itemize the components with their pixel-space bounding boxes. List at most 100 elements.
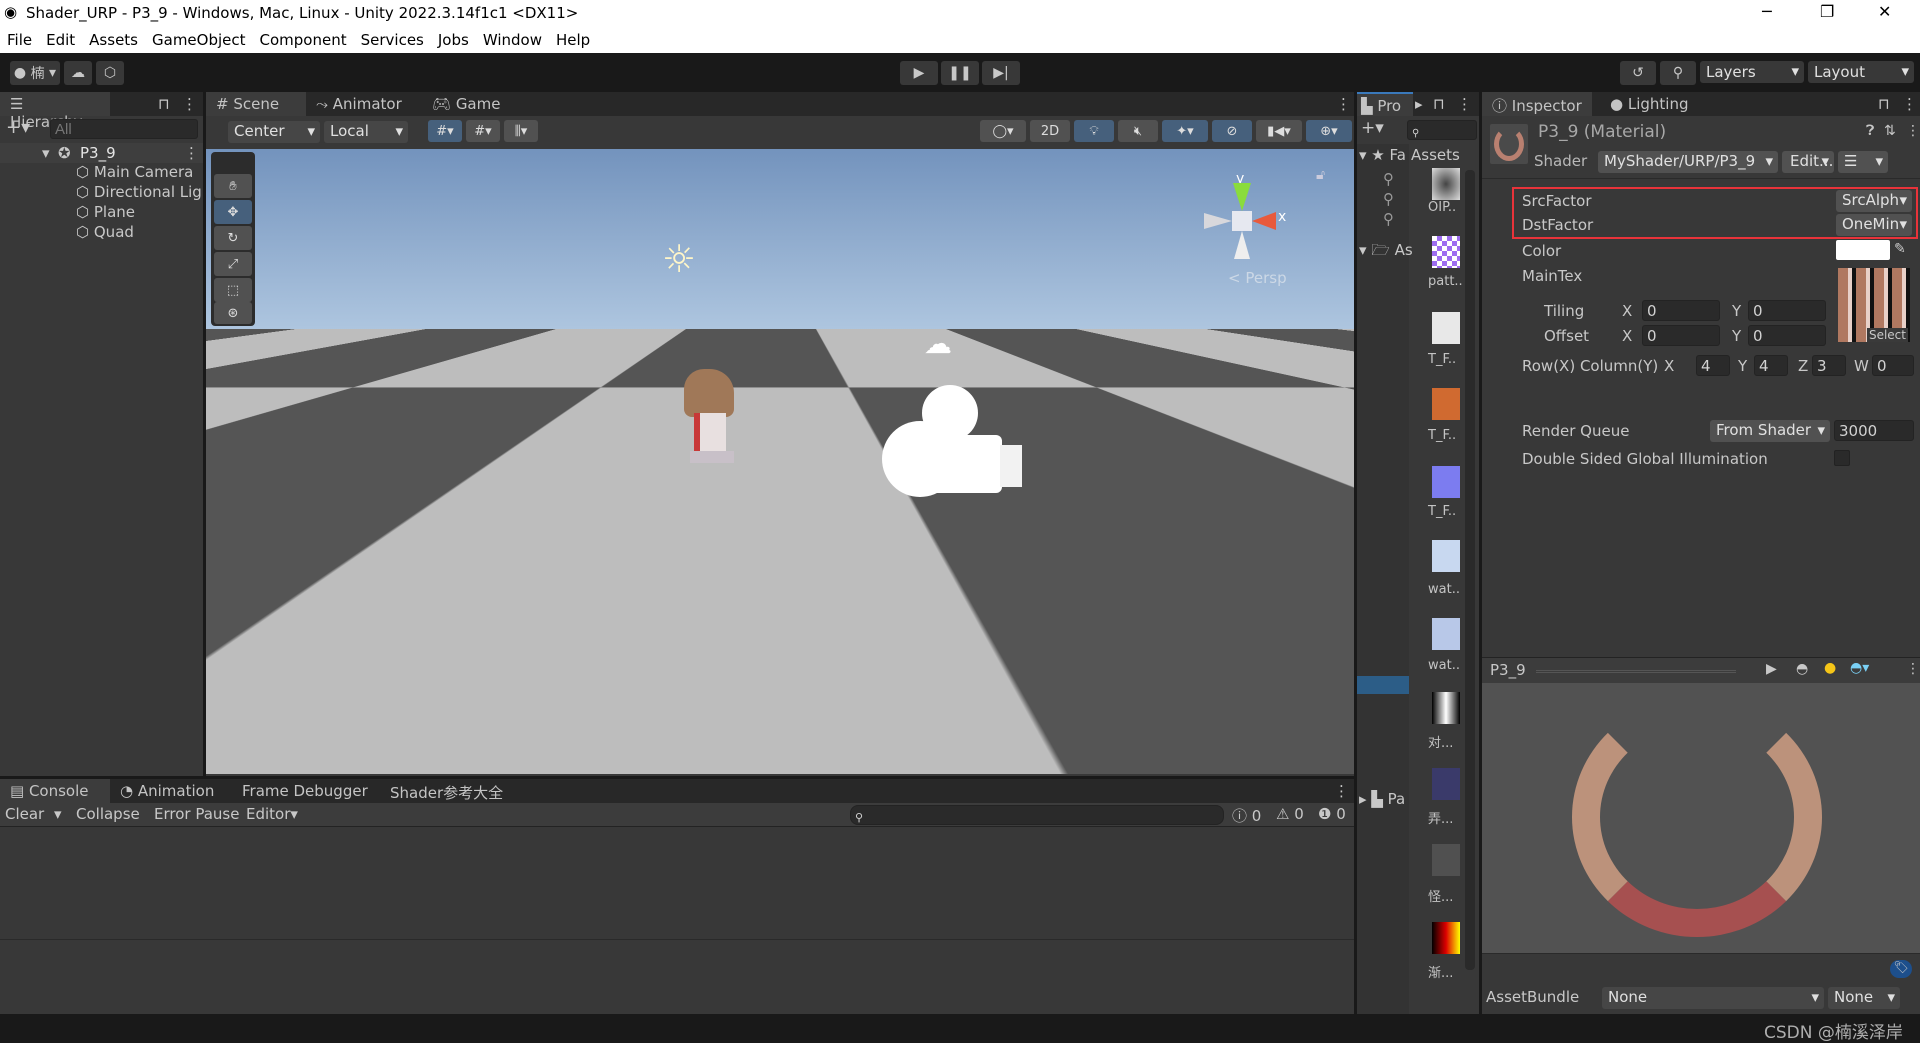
- play-button[interactable]: ▶: [900, 61, 938, 85]
- edit-shader-button[interactable]: Edit...: [1782, 151, 1834, 173]
- tree-assets[interactable]: ▾ 🗁︎ As: [1359, 240, 1413, 265]
- lighting-toggle[interactable]: 💡︎: [1074, 120, 1114, 142]
- account-dropdown[interactable]: ● 楠 ▾: [10, 61, 60, 85]
- scene-viewport[interactable]: ☼ ☁ y x < Persp 🔓︎ ✋︎ ✥ ↻ ⤢ ⬚ ⊛: [206, 149, 1354, 774]
- rc-w-field[interactable]: 0: [1872, 355, 1914, 376]
- minimize-button[interactable]: ─: [1762, 2, 1772, 21]
- project-scrollbar[interactable]: [1465, 170, 1475, 970]
- lock-icon[interactable]: ⊓: [158, 95, 170, 113]
- pivot-dropdown[interactable]: Center: [228, 121, 320, 143]
- more-menu-icon[interactable]: ⋮: [1336, 95, 1351, 113]
- preview-drag-handle[interactable]: [1536, 670, 1736, 673]
- gizmo-neg-y-cone[interactable]: [1234, 231, 1250, 259]
- asset-thumbnail[interactable]: [1432, 844, 1460, 876]
- render-queue-field[interactable]: 3000: [1834, 420, 1914, 441]
- assetbundle-variant-dropdown[interactable]: None: [1828, 987, 1900, 1009]
- ruler-snap-button[interactable]: ⫼▾: [504, 120, 538, 142]
- add-button[interactable]: +▾: [1361, 118, 1384, 138]
- gizmo-neg-x-cone[interactable]: [1204, 213, 1232, 229]
- error-count-toggle[interactable]: ⓘ 0: [1232, 805, 1261, 826]
- plastic-scm-button[interactable]: ⬡: [96, 61, 124, 85]
- asset-thumbnail[interactable]: [1432, 922, 1460, 954]
- cloud-button[interactable]: ☁: [64, 61, 92, 85]
- expand-arrow-icon[interactable]: ▾: [42, 144, 50, 162]
- tiling-x-field[interactable]: 0: [1642, 300, 1720, 321]
- tree-search[interactable]: ⚲: [1383, 170, 1394, 188]
- space-dropdown[interactable]: Local: [324, 121, 408, 143]
- light-toggle-icon[interactable]: ●: [1824, 660, 1836, 676]
- rc-z-field[interactable]: 3: [1812, 355, 1846, 376]
- menu-assets[interactable]: Assets: [82, 27, 145, 53]
- rc-x-field[interactable]: 4: [1696, 355, 1730, 376]
- preview-shape-dropdown[interactable]: ◓▾: [1850, 660, 1869, 676]
- render-queue-dropdown[interactable]: From Shader: [1710, 420, 1830, 442]
- tab-animator[interactable]: ⤳ Animator: [306, 92, 412, 116]
- layers-dropdown[interactable]: Layers: [1700, 61, 1804, 83]
- tab-lighting[interactable]: ● Lighting: [1600, 92, 1699, 116]
- assetbundle-dropdown[interactable]: None: [1602, 987, 1824, 1009]
- more-menu-icon[interactable]: ⋮: [182, 95, 197, 113]
- more-menu-icon[interactable]: ⋮: [1902, 95, 1917, 113]
- shader-dropdown[interactable]: MyShader/URP/P3_9: [1598, 151, 1778, 173]
- srcfactor-dropdown[interactable]: SrcAlph: [1836, 190, 1912, 212]
- offset-x-field[interactable]: 0: [1642, 325, 1720, 346]
- project-search-input[interactable]: ⚲: [1407, 120, 1477, 140]
- message-count-toggle[interactable]: ❶ 0: [1318, 805, 1346, 823]
- asset-thumbnail[interactable]: [1432, 692, 1460, 724]
- offset-y-field[interactable]: 0: [1748, 325, 1826, 346]
- tree-favorites[interactable]: ▾ ★ Fa: [1359, 146, 1406, 164]
- hierarchy-item[interactable]: ⬡ Quad: [76, 223, 134, 241]
- pause-button[interactable]: ❚❚: [941, 61, 979, 85]
- preset-icon[interactable]: ⇅: [1884, 123, 1896, 139]
- scene-row[interactable]: ▾ ✪ P3_9 ⋮: [0, 143, 203, 163]
- menu-gameobject[interactable]: GameObject: [145, 27, 253, 53]
- tab-game[interactable]: 🎮︎ Game: [422, 92, 510, 116]
- more-menu-icon[interactable]: ⋮: [1457, 95, 1472, 113]
- scene-menu-icon[interactable]: ⋮: [184, 144, 199, 162]
- collapse-button[interactable]: Collapse: [76, 805, 140, 823]
- material-preview[interactable]: [1482, 683, 1920, 953]
- gizmos-button[interactable]: ⊕▾: [1306, 120, 1352, 142]
- maintex-thumbnail[interactable]: Select: [1838, 268, 1910, 342]
- menu-services[interactable]: Services: [354, 27, 431, 53]
- search-button[interactable]: ⚲: [1660, 61, 1696, 85]
- increment-snap-button[interactable]: #▾: [466, 120, 500, 142]
- hand-tool[interactable]: ✋︎: [214, 174, 252, 198]
- character-quad[interactable]: [676, 369, 742, 469]
- add-button[interactable]: +▾: [6, 117, 30, 138]
- menu-jobs[interactable]: Jobs: [431, 27, 476, 53]
- shading-mode-button[interactable]: ◯▾: [980, 120, 1026, 142]
- transform-tool[interactable]: ⊛: [214, 302, 252, 324]
- more-menu-icon[interactable]: ⋮: [1906, 123, 1920, 139]
- grid-snap-button[interactable]: #▾: [428, 120, 462, 142]
- asset-thumbnail[interactable]: [1432, 466, 1460, 498]
- visibility-toggle[interactable]: ⊘: [1212, 120, 1252, 142]
- sphere-mesh-icon[interactable]: ◓: [1796, 661, 1808, 677]
- undo-history-button[interactable]: ↺: [1620, 61, 1656, 85]
- asset-thumbnail[interactable]: [1432, 312, 1460, 344]
- gizmo-y-cone[interactable]: [1233, 183, 1251, 211]
- lock-icon[interactable]: ⊓: [1878, 95, 1890, 113]
- more-tabs-arrow-icon[interactable]: ▸: [1415, 95, 1423, 113]
- asset-thumbnail[interactable]: [1432, 768, 1460, 800]
- console-search-input[interactable]: ⚲: [850, 805, 1224, 825]
- tab-project[interactable]: ▙ Pro: [1357, 92, 1413, 116]
- main-camera-icon[interactable]: [882, 385, 1042, 497]
- layout-dropdown[interactable]: Layout: [1808, 61, 1914, 83]
- editor-dropdown[interactable]: Editor▾: [246, 805, 298, 823]
- play-preview-icon[interactable]: ▶: [1766, 661, 1777, 677]
- tab-shader-reference[interactable]: Shader参考大全: [380, 779, 513, 803]
- hierarchy-search-input[interactable]: [50, 119, 198, 139]
- audio-toggle[interactable]: 🔇︎: [1118, 120, 1158, 142]
- step-button[interactable]: ▶|: [982, 61, 1020, 85]
- directional-light-icon[interactable]: ☼: [662, 237, 696, 281]
- projection-label[interactable]: < Persp: [1228, 269, 1287, 287]
- tab-hierarchy[interactable]: ☰ Hierarchy: [0, 92, 110, 131]
- tiling-y-field[interactable]: 0: [1748, 300, 1826, 321]
- tree-search[interactable]: ⚲: [1383, 210, 1394, 228]
- rect-tool[interactable]: ⬚: [214, 278, 252, 302]
- menu-file[interactable]: File: [0, 27, 39, 53]
- help-icon[interactable]: ❓︎: [1866, 123, 1874, 139]
- gizmo-x-cone[interactable]: [1252, 212, 1276, 230]
- clear-options-dropdown[interactable]: ▾: [54, 805, 62, 823]
